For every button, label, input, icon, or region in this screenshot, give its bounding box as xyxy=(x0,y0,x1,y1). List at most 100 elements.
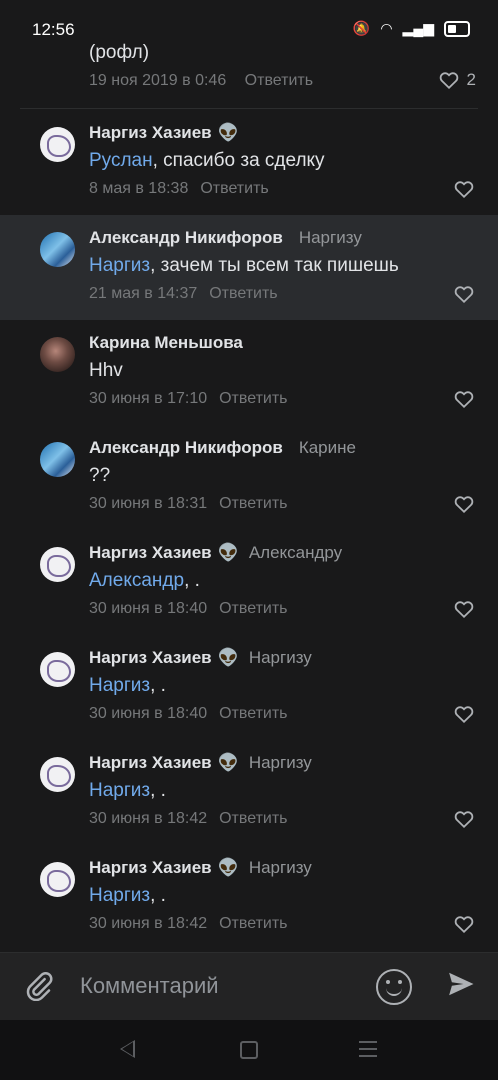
comment-text: Наргиз, . xyxy=(89,885,166,907)
comment-item[interactable]: Александр Никифоров Наргизу Наргиз, зачем… xyxy=(0,215,498,320)
comment-message: , спасибо за сделку xyxy=(152,150,325,171)
heart-icon[interactable] xyxy=(454,285,474,303)
comment-message: Hhv xyxy=(89,360,123,381)
comment-meta: 30 июня в 18:42 Ответить xyxy=(89,810,288,828)
comment-date: 30 июня в 18:31 xyxy=(89,495,208,512)
comment-message: , . xyxy=(150,885,166,906)
comment-message: , . xyxy=(150,675,166,696)
author-name[interactable]: Наргиз Хазиев xyxy=(89,543,212,562)
comment-message: , зачем ты всем так пишешь xyxy=(150,255,399,276)
comment-date: 30 июня в 18:42 xyxy=(89,810,208,827)
reply-to[interactable]: Наргизу xyxy=(249,858,312,877)
mention-link[interactable]: Наргиз xyxy=(89,780,150,801)
reply-to[interactable]: Наргизу xyxy=(249,648,312,667)
reply-button[interactable]: Ответить xyxy=(219,705,287,722)
reply-button[interactable]: Ответить xyxy=(219,495,287,512)
avatar[interactable] xyxy=(40,337,75,372)
comment-header: Карина Меньшова xyxy=(89,333,259,353)
comment-text: Руслан, спасибо за сделку xyxy=(89,150,325,172)
comment-header: Александр Никифоров Наргизу xyxy=(89,228,362,248)
attach-icon[interactable] xyxy=(24,971,54,1002)
comment-item[interactable]: Наргиз Хазиев 👽 Александру Александр, . 30… xyxy=(0,530,498,635)
reply-to[interactable]: Александру xyxy=(249,543,342,562)
mention-link[interactable]: Наргиз xyxy=(89,675,150,696)
comment-text: Александр, . xyxy=(89,570,200,592)
like-button[interactable]: 2 xyxy=(439,70,476,90)
alien-icon: 👽 xyxy=(217,648,239,667)
home-icon[interactable] xyxy=(240,1041,258,1059)
author-name[interactable]: Наргиз Хазиев xyxy=(89,123,212,142)
comments-feed[interactable]: (рофл) 19 ноя 2019 в 0:46 Ответить 2 Нар… xyxy=(0,34,498,952)
system-nav-bar xyxy=(0,1020,498,1080)
author-name[interactable]: Наргиз Хазиев xyxy=(89,858,212,877)
heart-icon xyxy=(439,72,458,89)
comment-list: Наргиз Хазиев 👽 Руслан, спасибо за сделку… xyxy=(0,110,498,950)
comment-item[interactable]: Наргиз Хазиев 👽 Наргизу Наргиз, . 30 июня … xyxy=(0,845,498,950)
reply-button[interactable]: Ответить xyxy=(219,810,287,827)
comment-input[interactable]: Комментарий xyxy=(80,973,219,999)
reply-button[interactable]: Ответить xyxy=(245,72,313,89)
avatar[interactable] xyxy=(40,652,75,687)
reply-to[interactable]: Карине xyxy=(299,438,356,457)
comment-date: 21 мая в 14:37 xyxy=(89,285,198,302)
reply-button[interactable]: Ответить xyxy=(200,180,268,197)
comment-item[interactable]: Александр Никифоров Карине ?? 30 июня в 1… xyxy=(0,425,498,530)
comment-header: Наргиз Хазиев 👽 Наргизу xyxy=(89,858,312,878)
comment-meta: 30 июня в 18:31 Ответить xyxy=(89,495,288,513)
comment-item: (рофл) 19 ноя 2019 в 0:46 Ответить 2 xyxy=(0,34,498,110)
reply-button[interactable]: Ответить xyxy=(219,915,287,932)
comment-header: Александр Никифоров Карине xyxy=(89,438,356,458)
reply-button[interactable]: Ответить xyxy=(219,390,287,407)
heart-icon[interactable] xyxy=(454,915,474,933)
comment-message: , . xyxy=(150,780,166,801)
comment-date: 30 июня в 18:40 xyxy=(89,600,208,617)
emoji-icon[interactable] xyxy=(376,969,412,1005)
comment-meta: 30 июня в 17:10 Ответить xyxy=(89,390,288,408)
comment-meta: 30 июня в 18:42 Ответить xyxy=(89,915,288,933)
heart-icon[interactable] xyxy=(454,180,474,198)
heart-icon[interactable] xyxy=(454,390,474,408)
reply-button[interactable]: Ответить xyxy=(209,285,277,302)
comment-item[interactable]: Наргиз Хазиев 👽 Руслан, спасибо за сделку… xyxy=(0,110,498,215)
comment-text: Наргиз, . xyxy=(89,675,166,697)
comment-header: Наргиз Хазиев 👽 Наргизу xyxy=(89,648,312,668)
comment-item[interactable]: Карина Меньшова Hhv 30 июня в 17:10 Ответ… xyxy=(0,320,498,425)
alien-icon: 👽 xyxy=(217,858,239,877)
mention-link[interactable]: Александр xyxy=(89,570,184,591)
menu-icon[interactable] xyxy=(359,1041,377,1057)
back-icon[interactable] xyxy=(120,1040,135,1058)
alien-icon: 👽 xyxy=(217,543,239,562)
comment-item[interactable]: Наргиз Хазиев 👽 Наргизу Наргиз, . 30 июня … xyxy=(0,635,498,740)
send-icon[interactable] xyxy=(446,969,476,999)
mention-link[interactable]: Наргиз xyxy=(89,885,150,906)
author-name[interactable]: Александр Никифоров xyxy=(89,228,283,247)
avatar[interactable] xyxy=(40,547,75,582)
heart-icon[interactable] xyxy=(454,705,474,723)
avatar[interactable] xyxy=(40,757,75,792)
avatar[interactable] xyxy=(40,442,75,477)
author-name[interactable]: Карина Меньшова xyxy=(89,333,243,352)
author-name[interactable]: Наргиз Хазиев xyxy=(89,753,212,772)
comment-item[interactable]: Наргиз Хазиев 👽 Наргизу Наргиз, . 30 июня … xyxy=(0,740,498,845)
divider xyxy=(20,108,478,109)
reply-button[interactable]: Ответить xyxy=(219,600,287,617)
author-name[interactable]: Александр Никифоров xyxy=(89,438,283,457)
comment-date: 30 июня в 17:10 xyxy=(89,390,208,407)
reply-to[interactable]: Наргизу xyxy=(249,753,312,772)
heart-icon[interactable] xyxy=(454,600,474,618)
heart-icon[interactable] xyxy=(454,810,474,828)
avatar[interactable] xyxy=(40,862,75,897)
heart-icon[interactable] xyxy=(454,495,474,513)
avatar[interactable] xyxy=(40,127,75,162)
like-count: 2 xyxy=(466,70,476,89)
reply-to[interactable]: Наргизу xyxy=(299,228,362,247)
comment-text: ?? xyxy=(89,465,110,487)
author-name[interactable]: Наргиз Хазиев xyxy=(89,648,212,667)
comment-meta: 30 июня в 18:40 Ответить xyxy=(89,600,288,618)
comment-text: Hhv xyxy=(89,360,123,382)
mention-link[interactable]: Руслан xyxy=(89,150,153,171)
avatar[interactable] xyxy=(40,232,75,267)
comment-composer: Комментарий xyxy=(0,952,498,1021)
mention-link[interactable]: Наргиз xyxy=(89,255,150,276)
comment-date: 30 июня в 18:42 xyxy=(89,915,208,932)
